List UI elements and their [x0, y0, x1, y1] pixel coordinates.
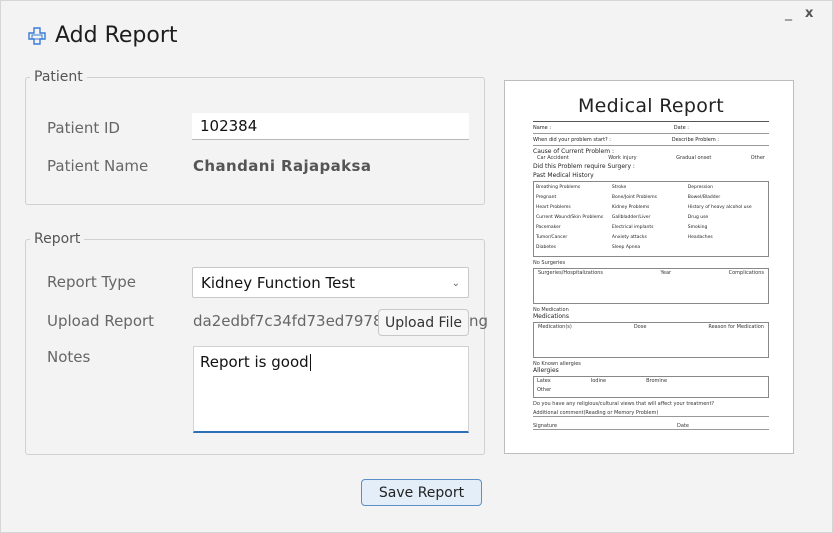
report-preview-image: Medical Report Name : Date : When did yo…	[504, 80, 794, 454]
preview-medications-heading: Medications	[533, 313, 569, 320]
preview-history-item: Current Wound/Skin Problems	[536, 215, 604, 220]
preview-medication-table: Medication(s) Dose Reason for Medication	[533, 322, 769, 358]
preview-no-surgeries: No Surgeries	[533, 260, 566, 266]
save-report-button[interactable]: Save Report	[361, 479, 482, 506]
preview-history-item: Heart Problems	[536, 205, 571, 210]
report-legend: Report	[34, 231, 81, 247]
patient-name-value: Chandani Rajapaksa	[193, 157, 372, 175]
preview-col: Surgeries/Hospitalizations	[538, 270, 604, 276]
preview-title: Medical Report	[577, 95, 724, 117]
preview-cause-opt: Other	[750, 155, 765, 161]
preview-history-item: Sleep Apnea	[611, 245, 641, 250]
upload-report-label: Upload Report	[47, 312, 155, 330]
preview-history-item: Breathing Problems	[536, 185, 581, 190]
patient-name-label: Patient Name	[47, 157, 149, 175]
preview-surgery-question: Did this Problem require Surgery :	[533, 163, 635, 170]
preview-history-item: Smoking	[687, 225, 708, 230]
preview-allergy: Iodine	[590, 378, 607, 384]
minimize-button[interactable]: _	[785, 5, 792, 21]
patient-id-field[interactable]: 102384	[192, 113, 469, 140]
preview-med-cols: Medication(s) Dose Reason for Medication	[534, 323, 768, 331]
preview-history-item: History of heavy alcohol use	[687, 205, 752, 210]
preview-allergy: Other	[537, 387, 552, 393]
notes-text: Report is good	[200, 353, 309, 371]
preview-history-item: Diabetes	[536, 245, 556, 250]
preview-history-item: Stroke	[611, 185, 627, 190]
preview-col: Complications	[728, 270, 764, 276]
preview-describe-label: Describe Problem :	[671, 137, 719, 143]
text-caret	[309, 354, 311, 371]
preview-history-item: Electrical implants	[611, 225, 654, 230]
preview-history-item: Drug use	[687, 215, 709, 220]
preview-document: Medical Report Name : Date : When did yo…	[533, 91, 769, 430]
preview-when-label: When did your problem start? :	[533, 137, 611, 143]
notes-textarea[interactable]: Report is good	[193, 346, 469, 433]
preview-history-item: Kidney Problems	[611, 205, 650, 210]
preview-history-item: Pregnant	[536, 195, 557, 200]
report-type-select[interactable]: Kidney Function Test ⌄	[192, 267, 469, 298]
preview-cause-opt: Car Accident	[537, 155, 569, 161]
preview-cause-heading: Cause of Current Problem :	[533, 148, 614, 155]
preview-cause-opt: Work injury	[608, 155, 637, 161]
preview-surgery-table: Surgeries/Hospitalizations Year Complica…	[533, 268, 769, 304]
add-report-window: Add Report _ x Patient Patient ID 102384…	[0, 0, 833, 533]
preview-cause-options: Car Accident Work injury Gradual onset O…	[533, 155, 769, 161]
preview-col: Year	[660, 270, 672, 276]
preview-history-box: Breathing Problems Stroke Depression Pre…	[533, 181, 769, 257]
notes-label: Notes	[47, 348, 91, 366]
preview-date-label: Date :	[673, 125, 689, 131]
preview-signature-row: Signature Date	[533, 423, 769, 430]
preview-date-bottom-label: Date	[677, 423, 689, 429]
preview-signature-label: Signature	[533, 423, 558, 429]
preview-history-item: Headaches	[687, 235, 713, 240]
preview-history-item: Depression	[687, 185, 713, 190]
medical-cross-icon	[28, 26, 46, 45]
preview-allergy-box: Latex Iodine Bromine Other	[533, 376, 769, 398]
preview-name-label: Name :	[533, 125, 552, 131]
upload-file-name-suffix: ng	[469, 312, 489, 330]
preview-additional: Additional comment(Reading or Memory Pro…	[533, 410, 769, 417]
upload-file-name: da2edbf7c34fd73ed797842	[193, 312, 383, 330]
preview-history-item: Pacemaker	[536, 225, 561, 230]
preview-history-item: Anxiety attacks	[611, 235, 647, 240]
preview-history-item: Gallbladder/Liver	[611, 215, 651, 220]
preview-religious-question: Do you have any religious/cultural views…	[533, 401, 715, 407]
preview-when-field: When did your problem start? : Describe …	[533, 137, 769, 146]
upload-file-button[interactable]: Upload File	[378, 309, 469, 336]
report-type-value: Kidney Function Test	[201, 274, 356, 292]
preview-history-item: Tumor/Cancer	[536, 235, 568, 240]
preview-allergy: Bromine	[646, 378, 668, 384]
preview-allergies-heading: Allergies	[533, 367, 559, 374]
preview-allergy: Latex	[537, 378, 551, 384]
patient-id-label: Patient ID	[47, 119, 120, 137]
page-title: Add Report	[55, 23, 178, 48]
preview-history-item: Bowel/Bladder	[687, 195, 721, 200]
preview-history-heading: Past Medical History	[533, 172, 594, 179]
preview-col: Medication(s)	[538, 324, 572, 330]
close-button[interactable]: x	[805, 6, 813, 21]
chevron-down-icon: ⌄	[451, 278, 460, 289]
preview-cause-opt: Gradual onset	[676, 155, 712, 161]
report-type-label: Report Type	[47, 273, 136, 291]
preview-history-item: Bone/Joint Problems	[611, 195, 657, 200]
patient-legend: Patient	[34, 69, 83, 85]
preview-col: Dose	[633, 324, 647, 330]
preview-name-field: Name : Date :	[533, 125, 769, 134]
window-title: Add Report	[27, 23, 178, 48]
preview-col: Reason for Medication	[708, 324, 764, 330]
preview-surgery-cols: Surgeries/Hospitalizations Year Complica…	[534, 269, 768, 277]
